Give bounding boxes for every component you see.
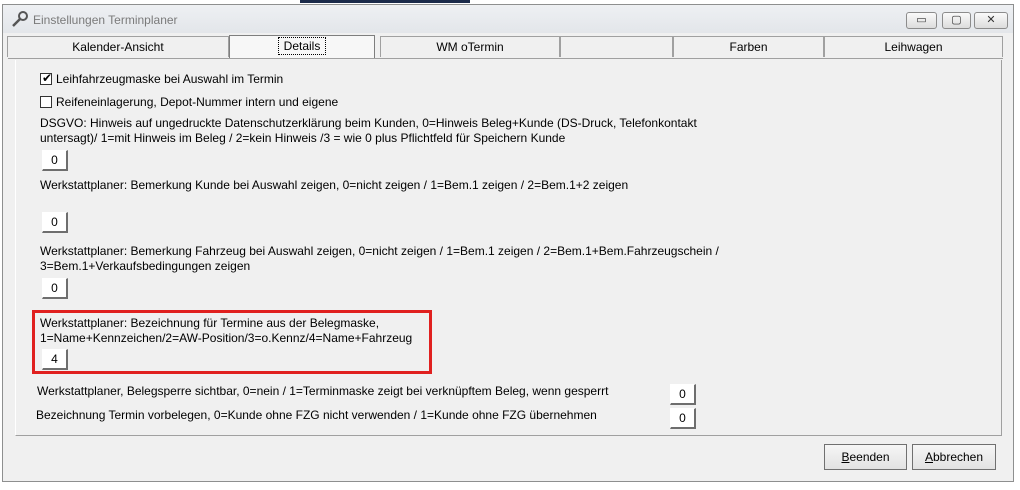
tab-bar: Kalender-Ansicht Details WM oTermin Farb… <box>7 35 1007 59</box>
reifeneinlagerung-checkbox[interactable] <box>40 96 52 108</box>
title-bar: Einstellungen Terminplaner ▭ ▢ ✕ <box>3 5 1013 33</box>
tab-details[interactable]: Details <box>229 35 375 58</box>
dsgvo-label-line1: DSGVO: Hinweis auf ungedruckte Datenschu… <box>40 116 697 130</box>
tab-empty[interactable] <box>560 36 673 57</box>
bem-fzg-input[interactable]: 0 <box>42 278 68 299</box>
vorbelegen-input[interactable]: 0 <box>670 408 696 429</box>
tab-wm-otermin[interactable]: WM oTermin <box>380 36 560 57</box>
bem-fzg-label-line1: Werkstattplaner: Bemerkung Fahrzeug bei … <box>40 244 719 258</box>
bem-kunde-input[interactable]: 0 <box>42 212 68 233</box>
close-icon: ✕ <box>986 14 996 26</box>
tab-divider <box>8 58 1003 59</box>
window-title: Einstellungen Terminplaner <box>33 13 178 27</box>
minimize-icon: ▭ <box>916 14 927 26</box>
belegsperre-label: Werkstattplaner, Belegsperre sichtbar, 0… <box>37 384 609 398</box>
vorbelegen-label: Bezeichnung Termin vorbelegen, 0=Kunde o… <box>36 408 597 422</box>
dsgvo-label-line2: untersagt)/ 1=mit Hinweis im Beleg / 2=k… <box>40 131 566 145</box>
close-button[interactable]: ✕ <box>974 12 1008 29</box>
abbrechen-button[interactable]: Abbrechen <box>912 444 996 470</box>
checkmark-icon: ✔ <box>42 71 53 85</box>
bem-fzg-label-line2: 3=Bem.1+Verkaufsbedingungen zeigen <box>40 259 251 273</box>
leihfahrzeug-label: Leihfahrzeugmaske bei Auswahl im Termin <box>56 72 284 86</box>
wrench-icon <box>12 11 28 27</box>
bezeichnung-label-line2: 1=Name+Kennzeichen/2=AW-Position/3=o.Ken… <box>40 331 413 345</box>
dsgvo-input[interactable]: 0 <box>42 150 68 171</box>
tab-kalender-ansicht[interactable]: Kalender-Ansicht <box>7 36 229 57</box>
minimize-button[interactable]: ▭ <box>906 12 937 29</box>
bezeichnung-label-line1: Werkstattplaner: Bezeichnung für Termine… <box>40 316 380 330</box>
reifeneinlagerung-label: Reifeneinlagerung, Depot-Nummer intern u… <box>56 95 339 109</box>
bem-kunde-label: Werkstattplaner: Bemerkung Kunde bei Aus… <box>40 178 629 192</box>
leihfahrzeug-checkbox[interactable]: ✔ <box>40 71 53 85</box>
tab-farben[interactable]: Farben <box>673 36 824 57</box>
maximize-button[interactable]: ▢ <box>942 12 971 29</box>
tab-leihwagen[interactable]: Leihwagen <box>824 36 1003 57</box>
maximize-icon: ▢ <box>951 14 962 26</box>
bezeichnung-input[interactable]: 4 <box>42 349 68 370</box>
beenden-button[interactable]: Beenden <box>824 444 907 470</box>
belegsperre-input[interactable]: 0 <box>670 384 696 405</box>
